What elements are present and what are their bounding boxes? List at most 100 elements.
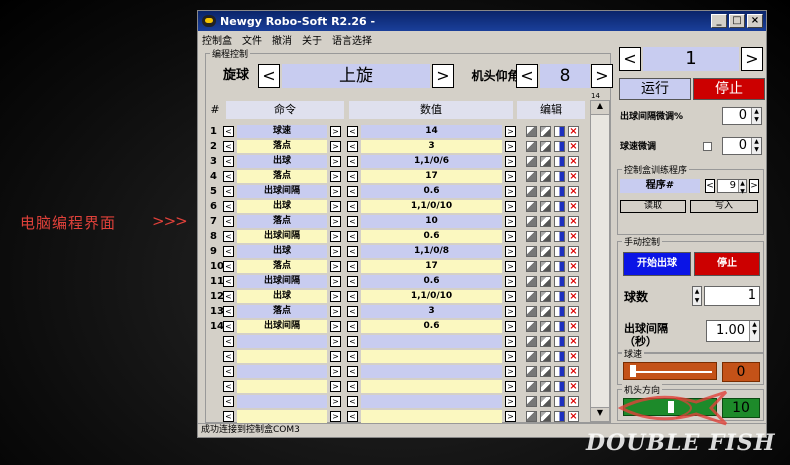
value-next-button[interactable]: >	[505, 306, 516, 317]
command-next-button[interactable]: >	[330, 306, 341, 317]
angle-next-button[interactable]: >	[591, 64, 613, 88]
command-next-button[interactable]: >	[330, 336, 341, 347]
command-prev-button[interactable]: <	[223, 156, 234, 167]
paste-icon[interactable]	[540, 216, 551, 227]
insert-icon[interactable]	[554, 141, 565, 152]
start-ball-button[interactable]: 开始出球	[623, 252, 691, 276]
command-next-button[interactable]: >	[330, 321, 341, 332]
delete-icon[interactable]: ×	[568, 156, 579, 167]
menu-undo[interactable]: 撤消	[272, 32, 292, 47]
command-prev-button[interactable]: <	[223, 411, 234, 422]
value-cell[interactable]: 17	[361, 170, 502, 183]
value-next-button[interactable]: >	[505, 381, 516, 392]
menu-language[interactable]: 语言选择	[332, 32, 372, 47]
command-cell[interactable]	[237, 380, 327, 393]
insert-icon[interactable]	[554, 291, 565, 302]
copy-icon[interactable]	[526, 246, 537, 257]
paste-icon[interactable]	[540, 261, 551, 272]
insert-icon[interactable]	[554, 186, 565, 197]
value-next-button[interactable]: >	[505, 216, 516, 227]
command-next-button[interactable]: >	[330, 411, 341, 422]
value-cell[interactable]: 1,1/0/8	[361, 245, 502, 258]
insert-icon[interactable]	[554, 336, 565, 347]
delete-icon[interactable]: ×	[568, 291, 579, 302]
command-next-button[interactable]: >	[330, 246, 341, 257]
command-next-button[interactable]: >	[330, 276, 341, 287]
command-next-button[interactable]: >	[330, 141, 341, 152]
command-cell[interactable]: 出球	[237, 200, 327, 213]
paste-icon[interactable]	[540, 126, 551, 137]
value-next-button[interactable]: >	[505, 336, 516, 347]
copy-icon[interactable]	[526, 201, 537, 212]
paste-icon[interactable]	[540, 411, 551, 422]
value-prev-button[interactable]: <	[347, 366, 358, 377]
value-prev-button[interactable]: <	[347, 231, 358, 242]
command-cell[interactable]: 落点	[237, 215, 327, 228]
command-cell[interactable]	[237, 395, 327, 408]
delete-icon[interactable]: ×	[568, 321, 579, 332]
box-program-input[interactable]: 9 ▲ ▼	[717, 179, 747, 195]
paste-icon[interactable]	[540, 171, 551, 182]
value-prev-button[interactable]: <	[347, 126, 358, 137]
spin-prev-button[interactable]: <	[258, 64, 280, 88]
command-prev-button[interactable]: <	[223, 336, 234, 347]
value-prev-button[interactable]: <	[347, 201, 358, 212]
command-cell[interactable]: 落点	[237, 305, 327, 318]
delete-icon[interactable]: ×	[568, 171, 579, 182]
paste-icon[interactable]	[540, 366, 551, 377]
value-cell[interactable]: 3	[361, 140, 502, 153]
insert-icon[interactable]	[554, 366, 565, 377]
command-next-button[interactable]: >	[330, 291, 341, 302]
paste-icon[interactable]	[540, 291, 551, 302]
insert-icon[interactable]	[554, 306, 565, 317]
value-next-button[interactable]: >	[505, 261, 516, 272]
speed-slider[interactable]	[623, 362, 717, 380]
paste-icon[interactable]	[540, 306, 551, 317]
copy-icon[interactable]	[526, 171, 537, 182]
value-prev-button[interactable]: <	[347, 396, 358, 407]
command-prev-button[interactable]: <	[223, 396, 234, 407]
read-button[interactable]: 读取	[620, 200, 686, 213]
copy-icon[interactable]	[526, 231, 537, 242]
insert-icon[interactable]	[554, 321, 565, 332]
copy-icon[interactable]	[526, 366, 537, 377]
copy-icon[interactable]	[526, 321, 537, 332]
value-next-button[interactable]: >	[505, 396, 516, 407]
command-cell[interactable]: 落点	[237, 170, 327, 183]
command-next-button[interactable]: >	[330, 231, 341, 242]
value-cell[interactable]: 0.6	[361, 230, 502, 243]
command-next-button[interactable]: >	[330, 126, 341, 137]
delete-icon[interactable]: ×	[568, 381, 579, 392]
value-cell[interactable]: 1,1/0/10	[361, 290, 502, 303]
interval-adjust-input[interactable]: 0 ▲ ▼	[722, 107, 762, 125]
value-next-button[interactable]: >	[505, 171, 516, 182]
value-cell[interactable]	[361, 365, 502, 378]
command-prev-button[interactable]: <	[223, 306, 234, 317]
delete-icon[interactable]: ×	[568, 396, 579, 407]
paste-icon[interactable]	[540, 156, 551, 167]
delete-icon[interactable]: ×	[568, 141, 579, 152]
command-cell[interactable]: 球速	[237, 125, 327, 138]
command-cell[interactable]: 出球间隔	[237, 275, 327, 288]
maximize-button[interactable]: □	[729, 14, 745, 28]
box-program-next-button[interactable]: >	[749, 179, 759, 193]
value-cell[interactable]	[361, 380, 502, 393]
delete-icon[interactable]: ×	[568, 351, 579, 362]
value-cell[interactable]: 10	[361, 215, 502, 228]
command-cell[interactable]: 出球间隔	[237, 185, 327, 198]
insert-icon[interactable]	[554, 411, 565, 422]
value-prev-button[interactable]: <	[347, 351, 358, 362]
command-cell[interactable]: 落点	[237, 140, 327, 153]
value-cell[interactable]: 0.6	[361, 320, 502, 333]
angle-prev-button[interactable]: <	[516, 64, 538, 88]
copy-icon[interactable]	[526, 351, 537, 362]
spinner-arrows-icon[interactable]: ▲ ▼	[738, 180, 746, 195]
paste-icon[interactable]	[540, 381, 551, 392]
value-cell[interactable]: 1,1/0/6	[361, 155, 502, 168]
program-prev-button[interactable]: <	[619, 47, 641, 71]
paste-icon[interactable]	[540, 141, 551, 152]
value-prev-button[interactable]: <	[347, 156, 358, 167]
value-prev-button[interactable]: <	[347, 291, 358, 302]
insert-icon[interactable]	[554, 201, 565, 212]
delete-icon[interactable]: ×	[568, 186, 579, 197]
